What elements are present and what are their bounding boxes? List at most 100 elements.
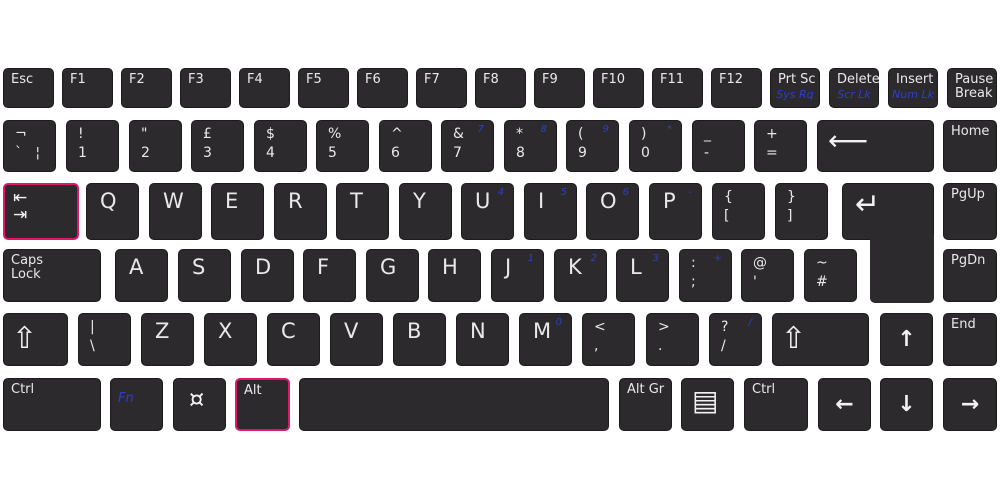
key-arrow-down[interactable]: ↓ xyxy=(880,378,933,431)
key-caps[interactable]: Caps Lock xyxy=(3,249,101,302)
key-symbol[interactable]: (9 9 xyxy=(566,120,619,172)
key-insert[interactable]: Insert Num Lk xyxy=(888,68,938,108)
key-arrow-up[interactable]: ↑ xyxy=(880,313,933,366)
key-d[interactable]: D xyxy=(241,249,294,302)
key-l[interactable]: L3 xyxy=(616,249,669,302)
key-windows-key[interactable]: ¤ xyxy=(173,378,226,431)
key-menu-key[interactable]: ▤ xyxy=(681,378,734,431)
key-f8[interactable]: F8 xyxy=(475,68,526,108)
key-arrow-right[interactable]: → xyxy=(943,378,997,431)
key-f[interactable]: F xyxy=(303,249,356,302)
key-o[interactable]: O6 xyxy=(586,183,639,240)
key-a[interactable]: A xyxy=(115,249,168,302)
key-t[interactable]: T xyxy=(336,183,389,240)
key-y[interactable]: Y xyxy=(399,183,452,240)
key-symbol[interactable]: _ - xyxy=(692,120,745,172)
key-symbol[interactable]: >. xyxy=(646,313,699,366)
key-fn[interactable]: Fn xyxy=(110,378,163,431)
key-label: E xyxy=(225,189,239,213)
key-ctrl[interactable]: Ctrl xyxy=(3,378,101,431)
key-f6[interactable]: F6 xyxy=(357,68,408,108)
key-symbol[interactable]: £3 xyxy=(191,120,244,172)
key-label: M xyxy=(533,319,552,343)
key-w[interactable]: W xyxy=(149,183,202,240)
key-f12[interactable]: F12 xyxy=(711,68,762,108)
key-symbol[interactable]: ! 1 xyxy=(66,120,119,172)
key-f11[interactable]: F11 xyxy=(652,68,703,108)
key-r[interactable]: R xyxy=(274,183,327,240)
key-delete[interactable]: Delete Scr Lk xyxy=(829,68,880,108)
key-f10[interactable]: F10 xyxy=(593,68,644,108)
key-h[interactable]: H xyxy=(428,249,481,302)
tab-arrows-icon: ⇤ ⇥ xyxy=(13,188,28,225)
key-symbol[interactable]: :; + xyxy=(679,249,732,302)
key-g[interactable]: G xyxy=(366,249,419,302)
key-f9[interactable]: F9 xyxy=(534,68,585,108)
key-enter-arrow[interactable]: ↵ xyxy=(842,183,934,240)
key-symbol[interactable]: ? / / xyxy=(709,313,762,366)
key-f3[interactable]: F3 xyxy=(180,68,231,108)
key-symbol[interactable]: @ ' xyxy=(741,249,794,302)
key-end[interactable]: End xyxy=(943,313,997,366)
key-p[interactable]: P- xyxy=(649,183,702,240)
key-pause[interactable]: Pause Break xyxy=(947,68,997,108)
key-symbol[interactable]: * 8 8 xyxy=(504,120,557,172)
key-pgdn[interactable]: PgDn xyxy=(943,249,997,302)
key-label: 9 xyxy=(578,145,587,161)
key-symbol[interactable]: {[ xyxy=(712,183,765,240)
key-space[interactable] xyxy=(299,378,609,431)
key-esc[interactable]: Esc xyxy=(3,68,54,108)
key-x[interactable]: X xyxy=(204,313,257,366)
key-i[interactable]: I5 xyxy=(524,183,577,240)
key-label: H xyxy=(442,255,458,279)
key-label: Caps Lock xyxy=(11,253,44,282)
key-label: S xyxy=(192,255,206,279)
key-c[interactable]: C xyxy=(267,313,320,366)
key-symbol[interactable]: ~ # xyxy=(804,249,857,302)
key-e[interactable]: E xyxy=(211,183,264,240)
key-shift[interactable]: ⇧ xyxy=(3,313,68,366)
key-backspace-arrow[interactable]: ⟵ xyxy=(817,120,934,172)
key-alt-gr[interactable]: Alt Gr xyxy=(619,378,672,431)
key-f2[interactable]: F2 xyxy=(121,68,172,108)
key-label: Q xyxy=(100,189,117,213)
key-shift[interactable]: ⇧ xyxy=(772,313,869,366)
key-home[interactable]: Home xyxy=(943,120,997,172)
key-symbol[interactable]: | \ xyxy=(78,313,131,366)
key-z[interactable]: Z xyxy=(141,313,194,366)
key-symbol[interactable]: ) 0 * xyxy=(629,120,682,172)
key-arrow-left[interactable]: ← xyxy=(818,378,871,431)
key-symbol[interactable]: + = xyxy=(754,120,807,172)
key-symbol[interactable]: ^ 6 xyxy=(379,120,432,172)
key-k[interactable]: K2 xyxy=(554,249,607,302)
key-alt[interactable]: Alt xyxy=(235,378,290,431)
key-label: J xyxy=(505,255,512,279)
key-f5[interactable]: F5 xyxy=(298,68,349,108)
key-j[interactable]: J1 xyxy=(491,249,544,302)
key-symbol[interactable]: <, xyxy=(582,313,635,366)
key-b[interactable]: B xyxy=(393,313,446,366)
key-s[interactable]: S xyxy=(178,249,231,302)
enter-key-lower[interactable] xyxy=(870,236,934,303)
key-n[interactable]: N xyxy=(456,313,509,366)
key-u[interactable]: U4 xyxy=(461,183,514,240)
key-q[interactable]: Q xyxy=(86,183,139,240)
key-f7[interactable]: F7 xyxy=(416,68,467,108)
key-prt-sc[interactable]: Prt Sc Sys Rq xyxy=(770,68,820,108)
key-ctrl[interactable]: Ctrl xyxy=(744,378,808,431)
key-symbol[interactable]: $4 xyxy=(254,120,307,172)
key-symbol[interactable]: & 7 7 xyxy=(441,120,494,172)
key-m[interactable]: M0 xyxy=(519,313,572,366)
key-symbol[interactable]: }] xyxy=(775,183,828,240)
key-label: P xyxy=(663,189,676,213)
key-label: G xyxy=(380,255,397,279)
key-tab[interactable]: ⇤ ⇥ xyxy=(3,183,79,240)
key-f4[interactable]: F4 xyxy=(239,68,290,108)
key-symbol[interactable]: " 2 xyxy=(129,120,182,172)
key-f1[interactable]: F1 xyxy=(62,68,113,108)
key-label: Y xyxy=(413,189,426,213)
key-pgup[interactable]: PgUp xyxy=(943,183,997,240)
key-v[interactable]: V xyxy=(330,313,383,366)
key-symbol[interactable]: % 5 xyxy=(316,120,369,172)
key-symbol[interactable]: ¬ ` ¦ xyxy=(3,120,56,172)
